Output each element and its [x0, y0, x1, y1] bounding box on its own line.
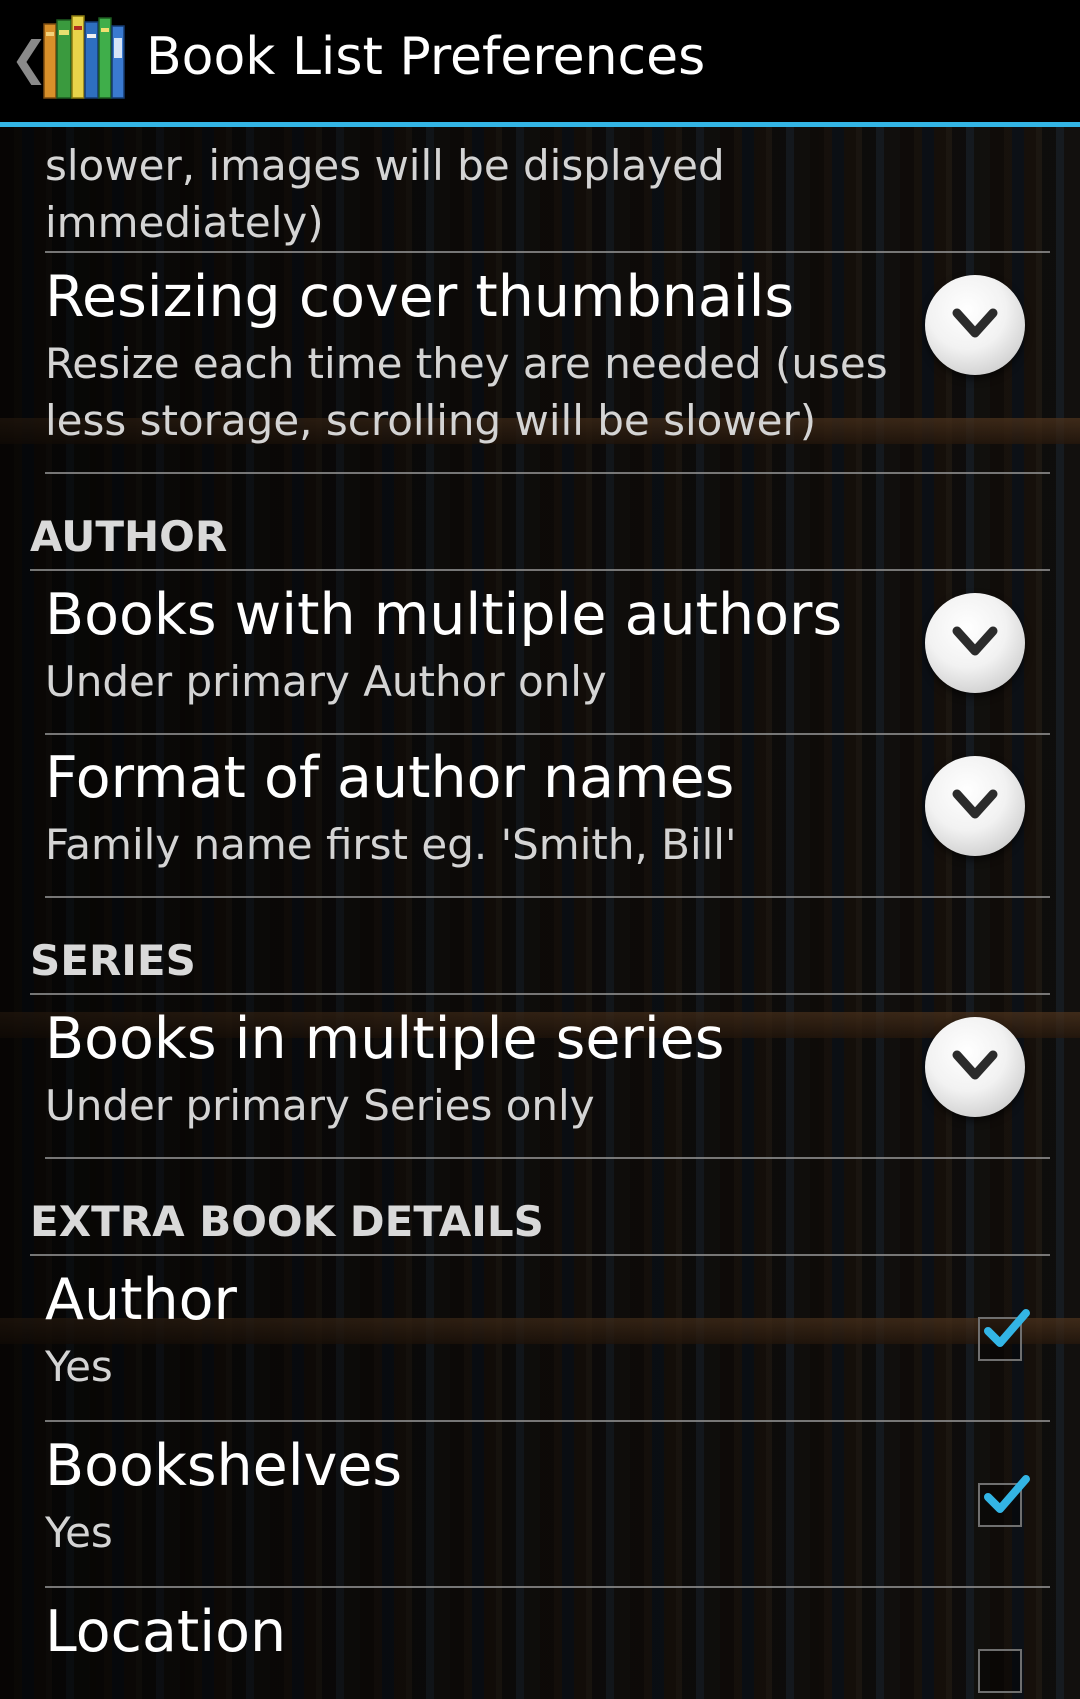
- preference-title: Location: [45, 1599, 287, 1665]
- book-stack-icon[interactable]: [42, 14, 126, 100]
- divider: [45, 896, 1050, 898]
- pref-extra-bookshelves[interactable]: Bookshelves Yes: [45, 1424, 1050, 1584]
- preference-summary: Yes: [45, 1508, 113, 1557]
- category-divider: [30, 569, 1050, 571]
- preference-list[interactable]: slower, images will be displayed immedia…: [0, 127, 1080, 1699]
- preference-summary: Family name first eg. 'Smith, Bill': [45, 820, 737, 869]
- pref-books-multiple-series[interactable]: Books in multiple series Under primary S…: [45, 997, 1050, 1137]
- app-title: Book List Preferences: [146, 27, 706, 87]
- pref-resizing-cover-thumbnails[interactable]: Resizing cover thumbnails Resize each ti…: [45, 255, 1050, 455]
- preference-title: Author: [45, 1267, 237, 1333]
- preference-title: Books in multiple series: [45, 1006, 725, 1072]
- preference-summary: slower, images will be displayed immedia…: [45, 141, 725, 247]
- chevron-down-icon: [952, 1050, 998, 1080]
- preference-summary: Yes: [45, 1342, 113, 1391]
- category-divider: [30, 993, 1050, 995]
- checkmark-icon: [984, 1475, 1030, 1513]
- preference-title: Format of author names: [45, 745, 735, 811]
- divider: [45, 1157, 1050, 1159]
- preference-title: Books with multiple authors: [45, 582, 843, 648]
- chevron-down-icon: [952, 308, 998, 338]
- divider: [45, 733, 1050, 735]
- pref-format-author-names[interactable]: Format of author names Family name first…: [45, 736, 1050, 876]
- category-extra-book-details: EXTRA BOOK DETAILS: [30, 1197, 544, 1246]
- action-bar-accent-line: [0, 122, 1080, 127]
- divider: [45, 472, 1050, 474]
- dropdown-button[interactable]: [925, 756, 1025, 856]
- dropdown-button[interactable]: [925, 593, 1025, 693]
- category-series: SERIES: [30, 936, 196, 985]
- pref-books-multiple-authors[interactable]: Books with multiple authors Under primar…: [45, 573, 1050, 713]
- checkmark-icon: [984, 1309, 1030, 1347]
- preference-title: Resizing cover thumbnails: [45, 264, 795, 330]
- partial-preference-item[interactable]: slower, images will be displayed immedia…: [45, 137, 1050, 247]
- divider: [45, 251, 1050, 253]
- preference-summary: Under primary Author only: [45, 657, 607, 706]
- chevron-down-icon: [952, 626, 998, 656]
- dropdown-button[interactable]: [925, 1017, 1025, 1117]
- screen: ❮ Book List Preferences slower, images w…: [0, 0, 1080, 1699]
- preference-summary: Under primary Series only: [45, 1081, 595, 1130]
- bookshelves-checkbox[interactable]: [978, 1475, 1030, 1527]
- category-author: AUTHOR: [30, 512, 228, 561]
- chevron-down-icon: [952, 789, 998, 819]
- dropdown-button[interactable]: [925, 275, 1025, 375]
- location-checkbox[interactable]: [978, 1649, 1022, 1693]
- chevron-left-icon[interactable]: ❮: [10, 30, 49, 86]
- preference-title: Bookshelves: [45, 1433, 403, 1499]
- preference-summary: Resize each time they are needed (uses l…: [45, 339, 888, 445]
- category-divider: [30, 1254, 1050, 1256]
- pref-extra-location[interactable]: Location: [45, 1590, 1050, 1699]
- action-bar: ❮ Book List Preferences: [0, 0, 1080, 122]
- author-checkbox[interactable]: [978, 1309, 1030, 1361]
- pref-extra-author[interactable]: Author Yes: [45, 1258, 1050, 1418]
- divider: [45, 1586, 1050, 1588]
- divider: [45, 1420, 1050, 1422]
